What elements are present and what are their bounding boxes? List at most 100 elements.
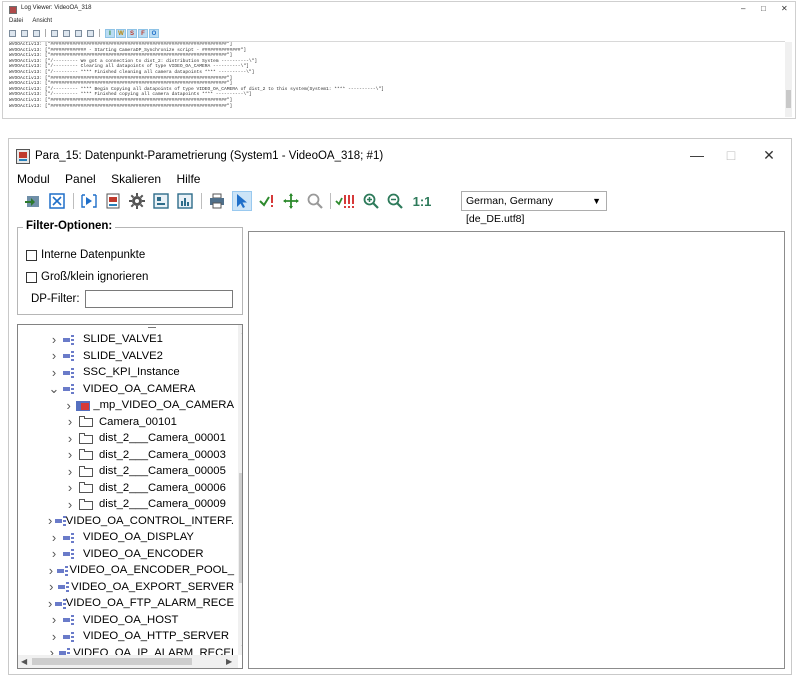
log-vertical-scrollbar[interactable] [785, 42, 792, 117]
menu-ansicht[interactable]: Ansicht [32, 18, 52, 24]
maximize-icon[interactable]: □ [719, 145, 743, 165]
chevron-right-icon[interactable]: › [64, 398, 73, 413]
log-scroll-thumb[interactable] [786, 90, 791, 108]
tree-item-label: SLIDE_VALVE2 [83, 349, 163, 362]
internal-datapoints-option[interactable]: Interne Datenpunkte [26, 249, 145, 261]
refresh-icon[interactable] [51, 29, 58, 37]
panel-icon[interactable] [151, 191, 171, 211]
menu-skalieren[interactable]: Skalieren [111, 172, 161, 186]
scroll-right-icon[interactable]: ▶ [226, 657, 232, 666]
tree-vertical-thumb[interactable] [239, 473, 242, 583]
chevron-right-icon[interactable]: › [64, 464, 76, 479]
acknowledge-icon[interactable] [257, 191, 277, 211]
chevron-right-icon[interactable]: › [48, 348, 60, 363]
zoom-out-icon[interactable] [385, 191, 405, 211]
chevron-right-icon[interactable]: › [48, 579, 55, 594]
minimize-icon[interactable]: – [741, 4, 745, 13]
ignore-case-checkbox[interactable] [26, 271, 37, 283]
tree-item[interactable]: › VIDEO_OA_EXPORT_SERVER [18, 579, 234, 596]
scroll-down-icon[interactable]: ▼ [240, 643, 242, 652]
menu-hilfe[interactable]: Hilfe [176, 172, 200, 186]
chevron-right-icon[interactable]: › [48, 546, 60, 561]
filter-other-toggle[interactable]: O [149, 28, 159, 38]
chevron-right-icon[interactable]: › [48, 596, 52, 611]
filter-warning-toggle[interactable]: W [116, 28, 126, 38]
menu-panel[interactable]: Panel [65, 172, 96, 186]
chevron-right-icon[interactable]: › [48, 332, 60, 347]
tree-horizontal-thumb[interactable] [32, 658, 192, 665]
tree-item[interactable]: › VIDEO_OA_ENCODER [18, 546, 234, 563]
tree-item[interactable]: › dist_2___Camera_00005 [18, 463, 234, 480]
datapoint-tree[interactable]: › VIDEO_OA_IP_ALARM_RECEI › VIDEO_OA_HTTP_S… [17, 324, 243, 669]
dp-filter-input[interactable] [85, 290, 233, 308]
chevron-down-icon[interactable]: ⌄ [48, 381, 60, 397]
tree-item[interactable]: › VIDEO_OA_DISPLAY [18, 529, 234, 546]
scroll-up-icon[interactable]: ▲ [240, 327, 242, 336]
tree-item[interactable]: › Camera_00101 [18, 414, 234, 431]
tree-item[interactable]: › dist_2___Camera_00001 [18, 430, 234, 447]
tree-item[interactable]: › SLIDE_VALVE1 [18, 331, 234, 348]
chevron-right-icon[interactable]: › [48, 612, 60, 627]
chevron-right-icon[interactable]: › [64, 414, 76, 429]
tree-item[interactable]: ⌄ VIDEO_OA_CAMERA [18, 381, 234, 398]
tree-item-label: VIDEO_OA_DISPLAY [83, 531, 194, 544]
tree-item[interactable]: › VIDEO_OA_HOST [18, 612, 234, 629]
log-text-area[interactable]: WVOOActiv13: ["#########################… [9, 41, 785, 117]
zoom-reset-button[interactable]: 1:1 [409, 191, 435, 211]
tree-item[interactable]: › dist_2___Camera_00006 [18, 480, 234, 497]
filter-info-toggle[interactable]: I [105, 28, 115, 38]
tree-item[interactable]: › VIDEO_OA_FTP_ALARM_RECE [18, 595, 234, 612]
minimize-icon[interactable]: — [685, 145, 709, 165]
filter-severe-toggle[interactable]: S [127, 28, 137, 38]
chevron-right-icon[interactable]: › [48, 530, 60, 545]
tree-item[interactable]: › VIDEO_OA_ENCODER_POOL_ [18, 562, 234, 579]
cut-icon[interactable] [87, 29, 94, 37]
execute-icon[interactable] [79, 191, 99, 211]
tree-item[interactable]: › dist_2___Camera_00003 [18, 447, 234, 464]
chevron-right-icon[interactable]: › [64, 431, 76, 446]
settings-gear-icon[interactable] [127, 191, 147, 211]
select-pointer-icon[interactable] [232, 191, 252, 211]
filter-fatal-toggle[interactable]: F [138, 28, 148, 38]
print-icon[interactable] [207, 191, 227, 211]
find-icon[interactable] [33, 29, 40, 37]
import-icon[interactable] [23, 191, 43, 211]
chevron-right-icon[interactable]: › [48, 513, 52, 528]
internal-datapoints-checkbox[interactable] [26, 249, 37, 261]
chevron-right-icon[interactable]: › [64, 480, 76, 495]
tree-horizontal-scrollbar[interactable]: ◀ ▶ [18, 655, 238, 668]
tree-item[interactable]: › dist_2___Camera_00009 [18, 496, 234, 513]
move-icon[interactable] [281, 191, 301, 211]
tree-item[interactable]: › SSC_KPI_Instance [18, 364, 234, 381]
language-select[interactable]: German, Germany [de_DE.utf8] ▼ [461, 191, 607, 225]
scroll-left-icon[interactable]: ◀ [21, 657, 27, 666]
menu-datei[interactable]: Datei [9, 18, 23, 24]
search-icon[interactable] [305, 191, 325, 211]
close-icon[interactable]: ✕ [781, 4, 788, 13]
tree-item[interactable]: › VIDEO_OA_HTTP_SERVER [18, 628, 234, 645]
close-panel-icon[interactable] [47, 191, 67, 211]
clear-icon[interactable] [75, 29, 82, 37]
chevron-right-icon[interactable]: › [48, 629, 60, 644]
menu-modul[interactable]: Modul [17, 172, 50, 186]
zoom-in-icon[interactable] [361, 191, 381, 211]
tree-item[interactable]: › _mp_VIDEO_OA_CAMERA [18, 397, 234, 414]
ignore-case-option[interactable]: Groß/klein ignorieren [26, 271, 148, 283]
tree-item-label: dist_2___Camera_00005 [99, 465, 226, 478]
list-icon[interactable] [21, 29, 28, 37]
maximize-icon[interactable]: □ [761, 4, 766, 13]
tree-item[interactable]: › SLIDE_VALVE2 [18, 348, 234, 365]
tree-item[interactable]: › VIDEO_OA_CONTROL_INTERF. [18, 513, 234, 530]
para-module-icon[interactable] [103, 191, 123, 211]
close-icon[interactable]: ✕ [757, 145, 781, 165]
chevron-right-icon[interactable]: › [48, 365, 60, 380]
open-log-icon[interactable] [9, 29, 16, 37]
search-icon[interactable] [63, 29, 70, 37]
tree-vertical-scrollbar[interactable]: ▲ ▼ [238, 325, 242, 655]
chevron-right-icon[interactable]: › [64, 497, 76, 512]
chevron-right-icon[interactable]: › [48, 563, 54, 578]
alert-acknowledge-all-icon[interactable] [335, 191, 355, 211]
chart-panel-icon[interactable] [175, 191, 195, 211]
para-titlebar: Para_15: Datenpunkt-Parametrierung (Syst… [9, 139, 791, 172]
chevron-right-icon[interactable]: › [64, 447, 76, 462]
